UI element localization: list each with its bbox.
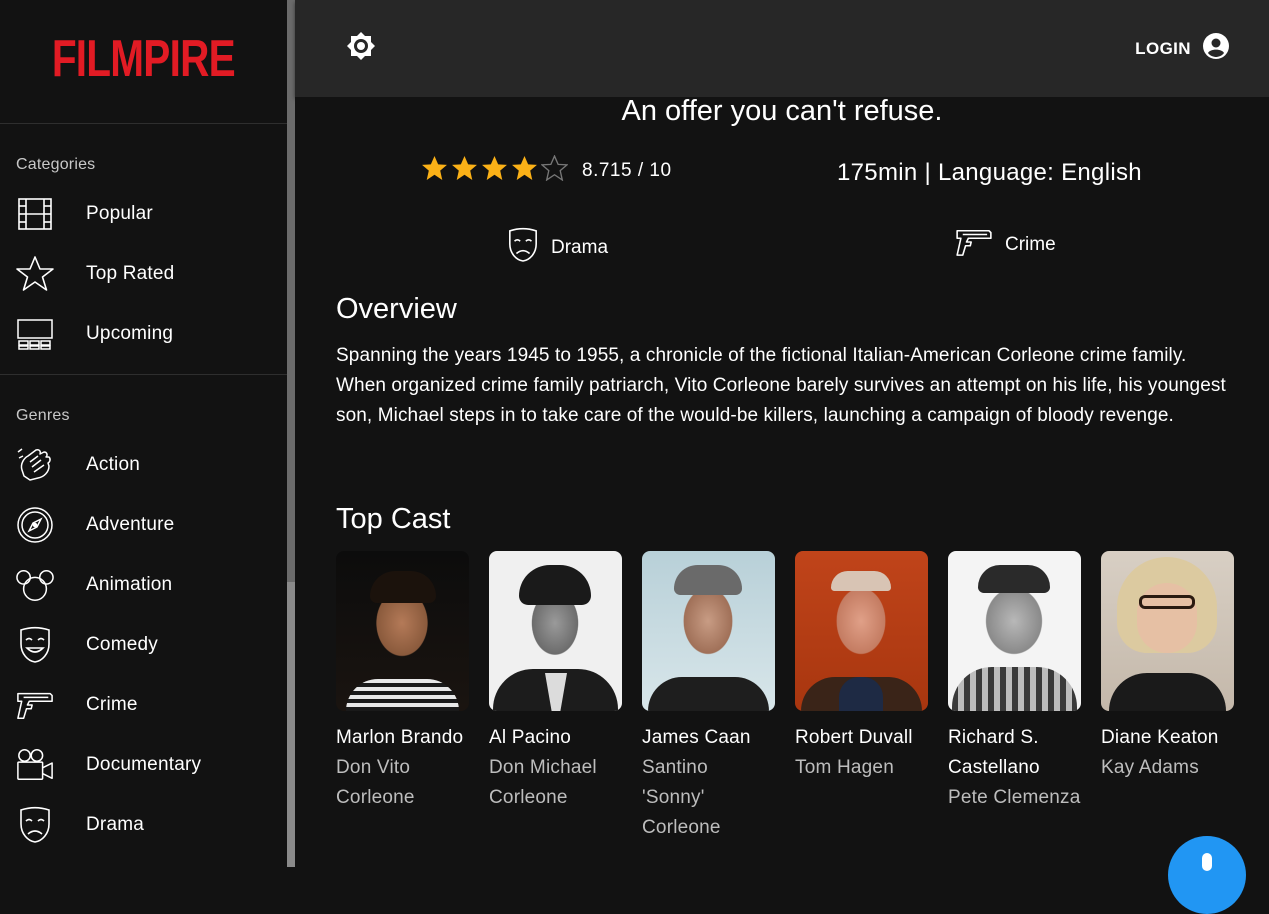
sidebar-item-popular[interactable]: Popular: [0, 184, 287, 244]
cast-card[interactable]: Richard S. Castellano Pete Clemenza: [948, 551, 1081, 843]
fist-icon: [16, 446, 54, 484]
cast-list: Marlon Brando Don Vito Corleone Al Pacin…: [336, 551, 1234, 843]
sidebar-item-label: Crime: [86, 694, 138, 715]
cast-name: Robert Duvall: [795, 727, 913, 748]
pistol-icon: [16, 686, 54, 724]
rating-stars: [421, 154, 569, 186]
cast-character: Kay Adams: [1101, 757, 1199, 778]
top-cast-heading: Top Cast: [336, 503, 451, 535]
star-filled-icon: [451, 155, 478, 186]
sidebar-item-adventure[interactable]: Adventure: [0, 495, 287, 555]
sidebar-item-label: Drama: [86, 814, 145, 835]
brightness-icon: [346, 31, 376, 66]
sidebar: FILMPIRE Categories Popular Top Rated Up…: [0, 0, 287, 867]
sidebar-item-top-rated[interactable]: Top Rated: [0, 244, 287, 304]
star-filled-icon: [421, 155, 448, 186]
microphone-icon: [1202, 853, 1212, 871]
cast-photo: [948, 551, 1081, 711]
sidebar-item-documentary[interactable]: Documentary: [0, 735, 287, 795]
genre-link-crime[interactable]: Crime: [955, 227, 1056, 263]
cast-photo: [795, 551, 928, 711]
movie-runtime-language: 175min | Language: English: [837, 159, 1142, 186]
sidebar-item-label: Documentary: [86, 754, 202, 775]
cast-card[interactable]: James Caan Santino 'Sonny' Corleone: [642, 551, 775, 843]
sidebar-item-action[interactable]: Action: [0, 435, 287, 495]
cast-card[interactable]: Al Pacino Don Michael Corleone: [489, 551, 622, 843]
cast-name: James Caan: [642, 727, 751, 748]
overview-text: Spanning the years 1945 to 1955, a chron…: [336, 345, 1226, 426]
cast-character: Santino 'Sonny' Corleone: [642, 757, 721, 838]
drama-mask-icon: [507, 227, 539, 269]
cast-card[interactable]: Diane Keaton Kay Adams: [1101, 551, 1234, 843]
genre-label: Drama: [551, 237, 609, 258]
cast-name: Al Pacino: [489, 727, 572, 748]
cast-character: Pete Clemenza: [948, 787, 1081, 808]
cast-card[interactable]: Robert Duvall Tom Hagen: [795, 551, 928, 843]
movie-rating: 8.715 / 10: [421, 154, 672, 186]
genres-title: Genres: [16, 407, 70, 424]
star-outline-icon: [16, 255, 54, 293]
cast-photo: [336, 551, 469, 711]
comedy-mask-icon: [16, 626, 54, 664]
overview-heading: Overview: [336, 293, 457, 325]
cinema-screen-icon: [16, 315, 54, 353]
genre-link-drama[interactable]: Drama: [507, 227, 608, 269]
top-app-bar: LOGIN: [295, 0, 1269, 97]
sidebar-item-comedy[interactable]: Comedy: [0, 615, 287, 675]
cast-character: Don Michael Corleone: [489, 757, 597, 808]
movie-details: An offer you can't refuse. 8.715 / 10 17…: [295, 95, 1269, 867]
sidebar-item-crime[interactable]: Crime: [0, 675, 287, 735]
sidebar-item-upcoming[interactable]: Upcoming: [0, 304, 287, 364]
drama-mask-icon: [16, 806, 54, 844]
film-strip-icon: [16, 195, 54, 233]
movie-tagline: An offer you can't refuse.: [621, 95, 943, 127]
login-label: LOGIN: [1135, 38, 1191, 58]
app-logo: FILMPIRE: [51, 29, 236, 88]
star-filled-icon: [511, 155, 538, 186]
star-filled-icon: [481, 155, 508, 186]
genre-label: Crime: [1005, 234, 1056, 255]
sidebar-item-drama[interactable]: Drama: [0, 795, 287, 855]
login-button[interactable]: LOGIN: [1135, 33, 1229, 64]
cast-card[interactable]: Marlon Brando Don Vito Corleone: [336, 551, 469, 843]
logo-link[interactable]: FILMPIRE: [0, 0, 287, 124]
sidebar-item-label: Popular: [86, 203, 153, 224]
cast-photo: [489, 551, 622, 711]
categories-title: Categories: [16, 156, 96, 173]
cast-character: Tom Hagen: [795, 757, 894, 778]
sidebar-item-label: Adventure: [86, 514, 175, 535]
camera-icon: [16, 746, 54, 784]
voice-assistant-button[interactable]: [1168, 836, 1246, 914]
sidebar-item-label: Upcoming: [86, 323, 174, 344]
pistol-icon: [955, 227, 993, 263]
sidebar-item-animation[interactable]: Animation: [0, 555, 287, 615]
cast-name: Richard S. Castellano: [948, 727, 1040, 778]
mouse-ears-icon: [16, 566, 54, 604]
cast-name: Diane Keaton: [1101, 727, 1219, 748]
star-empty-icon: [540, 154, 569, 186]
account-circle-icon: [1203, 33, 1229, 64]
sidebar-item-label: Action: [86, 454, 141, 475]
sidebar-item-label: Comedy: [86, 634, 158, 655]
cast-character: Don Vito Corleone: [336, 757, 415, 808]
cast-photo: [642, 551, 775, 711]
sidebar-item-label: Animation: [86, 574, 173, 595]
theme-toggle-button[interactable]: [345, 31, 377, 66]
rating-value: 8.715 / 10: [582, 159, 672, 181]
cast-name: Marlon Brando: [336, 727, 464, 748]
sidebar-scrollbar-thumb[interactable]: [287, 582, 295, 867]
cast-photo: [1101, 551, 1234, 711]
sidebar-item-label: Top Rated: [86, 263, 175, 284]
compass-icon: [16, 506, 54, 544]
